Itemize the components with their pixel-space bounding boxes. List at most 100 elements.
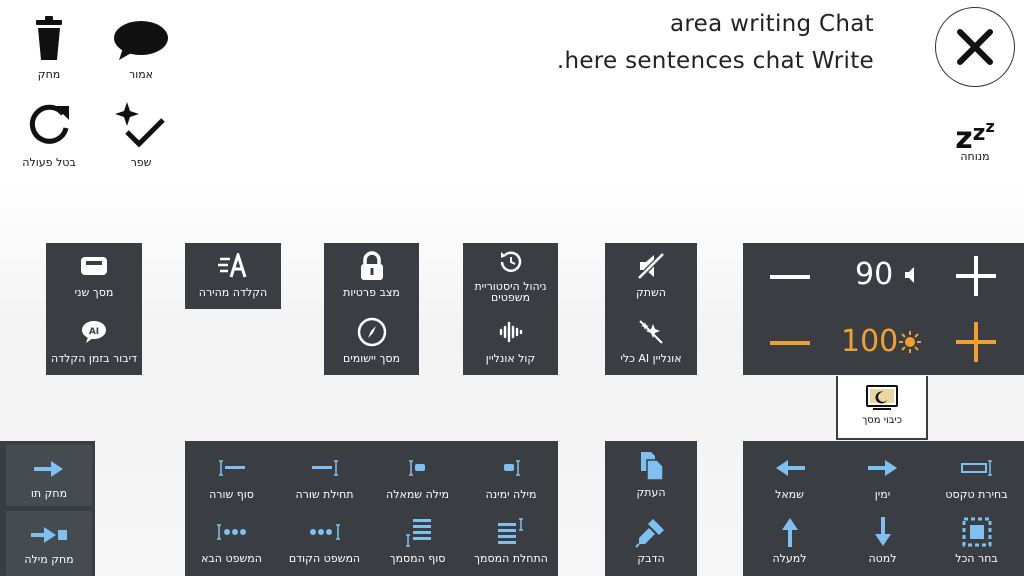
- speech-bubble-icon: [111, 14, 171, 68]
- arrow-down-icon: [873, 517, 893, 547]
- undo-button[interactable]: בטל פעולה: [19, 100, 79, 172]
- word-left-button[interactable]: מילה שמאלה: [371, 453, 464, 511]
- select-text-button[interactable]: בחירת טקסט: [929, 453, 1024, 511]
- delete-char-label: מחק תו: [30, 487, 68, 500]
- minus-icon: [770, 275, 810, 279]
- privacy-mode-button[interactable]: מצב פרטיות: [324, 251, 419, 311]
- selection-panel: שמאל ימין בחירת טקסט למעלה למטה בחר הכל: [743, 441, 1024, 576]
- volume-brightness-panel: 90 100: [743, 243, 1024, 375]
- ai-sparkle-off-icon: [637, 317, 665, 347]
- rest-button[interactable]: zzz מנוחה: [945, 104, 1005, 172]
- screen-panel: מסך שני AI דיבור בזמן הקלדה: [46, 243, 142, 375]
- improve-button[interactable]: שפר: [111, 100, 171, 172]
- apps-screen-label: מסך יישומים: [343, 352, 400, 365]
- arrow-right-block-icon: [31, 527, 67, 543]
- line-end-icon: [217, 453, 247, 483]
- mute-icon: [636, 251, 666, 281]
- mute-label: השתק: [635, 286, 666, 299]
- doc-end-label: סוף המסמך: [389, 552, 446, 565]
- delete-panel: מחק תו מחק מילה: [0, 441, 95, 576]
- up-button[interactable]: למעלה: [743, 517, 836, 575]
- fast-typing-button[interactable]: הקלדה מהירה: [185, 251, 281, 309]
- navigation-panel: סוף שורה תחילת שורה מילה שמאלה מילה ימינ…: [185, 441, 558, 576]
- line-end-button[interactable]: סוף שורה: [185, 453, 278, 511]
- doc-start-label: התחלת המסמך: [474, 552, 548, 565]
- screen-off-label: כיבוי מסך: [861, 415, 903, 426]
- next-sentence-icon: [215, 517, 249, 547]
- word-left-icon: [403, 453, 433, 483]
- left-button[interactable]: שמאל: [743, 453, 836, 511]
- brightness-down-button[interactable]: [769, 329, 811, 357]
- online-ai-tools-label: כלי AI אונליין: [620, 352, 682, 365]
- voice-wave-icon: [499, 317, 523, 347]
- privacy-panel: מצב פרטיות מסך יישומים: [324, 243, 419, 375]
- privacy-mode-label: מצב פרטיות: [343, 286, 400, 299]
- prev-sentence-button[interactable]: המשפט הקודם: [278, 517, 371, 575]
- brightness-up-button[interactable]: [955, 321, 997, 363]
- text-select-icon: [960, 453, 994, 483]
- say-label: אמור: [128, 68, 154, 81]
- speech-while-typing-button[interactable]: AI דיבור בזמן הקלדה: [46, 317, 142, 375]
- delete-word-label: מחק מילה: [24, 553, 74, 566]
- second-screen-button[interactable]: מסך שני: [46, 251, 142, 311]
- line-start-icon: [310, 453, 340, 483]
- online-voice-button[interactable]: קול אונליין: [463, 317, 558, 375]
- select-text-label: בחירת טקסט: [945, 488, 1008, 501]
- fast-typing-icon: [218, 251, 248, 281]
- volume-down-button[interactable]: [769, 263, 811, 291]
- prev-sentence-label: המשפט הקודם: [288, 552, 361, 565]
- word-right-label: מילה ימינה: [485, 488, 537, 501]
- doc-start-button[interactable]: התחלת המסמך: [464, 517, 558, 575]
- screen-off-button[interactable]: כיבוי מסך: [836, 376, 928, 440]
- ai-speech-icon: AI: [80, 317, 108, 347]
- fast-typing-panel: הקלדה מהירה: [185, 243, 281, 309]
- mute-button[interactable]: השתק: [605, 251, 697, 311]
- clipboard-panel: העתק הדבק: [605, 441, 697, 576]
- word-left-label: מילה שמאלה: [386, 488, 449, 501]
- delete-word-button[interactable]: מחק מילה: [6, 511, 92, 576]
- word-right-icon: [496, 453, 526, 483]
- prev-sentence-icon: [308, 517, 342, 547]
- right-button[interactable]: ימין: [836, 453, 929, 511]
- svg-text:AI: AI: [89, 327, 99, 337]
- close-button[interactable]: [935, 7, 1015, 87]
- copy-icon: [637, 451, 665, 481]
- undo-icon: [19, 100, 79, 156]
- sun-icon: [899, 331, 921, 353]
- volume-up-button[interactable]: [955, 255, 997, 297]
- undo-label: בטל פעולה: [22, 156, 76, 169]
- line-start-label: תחילת שורה: [295, 488, 354, 501]
- delete-button[interactable]: מחק: [19, 14, 79, 86]
- arrow-up-icon: [780, 517, 800, 547]
- apps-screen-button[interactable]: מסך יישומים: [324, 317, 419, 375]
- speaker-icon: [905, 267, 914, 283]
- close-icon: [957, 29, 993, 65]
- chat-input[interactable]: .here sentences chat Write: [557, 48, 874, 74]
- speech-while-typing-label: דיבור בזמן הקלדה: [50, 352, 138, 365]
- line-start-button[interactable]: תחילת שורה: [278, 453, 371, 511]
- delete-label: מחק: [37, 68, 61, 81]
- next-sentence-button[interactable]: המשפט הבא: [185, 517, 278, 575]
- word-right-button[interactable]: מילה ימינה: [464, 453, 558, 511]
- sentence-history-label: ניהול היסטוריית משפטים: [474, 280, 547, 304]
- doc-end-button[interactable]: סוף המסמך: [371, 517, 464, 575]
- paste-label: הדבק: [637, 552, 665, 565]
- screen-icon: [80, 251, 108, 281]
- paste-icon: [635, 517, 667, 548]
- sentence-history-button[interactable]: ניהול היסטוריית משפטים: [463, 249, 558, 311]
- select-all-label: בחר הכל: [955, 552, 998, 565]
- online-ai-tools-button[interactable]: כלי AI אונליין: [605, 317, 697, 375]
- copy-button[interactable]: העתק: [605, 451, 697, 511]
- copy-label: העתק: [636, 486, 666, 499]
- down-button[interactable]: למטה: [836, 517, 929, 575]
- arrow-left-icon: [774, 453, 806, 483]
- paste-button[interactable]: הדבק: [605, 517, 697, 575]
- plus-icon: [956, 256, 996, 296]
- right-label: ימין: [874, 488, 891, 501]
- online-voice-label: קול אונליין: [485, 352, 536, 365]
- delete-char-button[interactable]: מחק תו: [6, 445, 92, 506]
- say-button[interactable]: אמור: [111, 14, 171, 86]
- volume-value: 90: [855, 257, 894, 292]
- plus-icon: [956, 322, 996, 362]
- select-all-button[interactable]: בחר הכל: [929, 517, 1024, 575]
